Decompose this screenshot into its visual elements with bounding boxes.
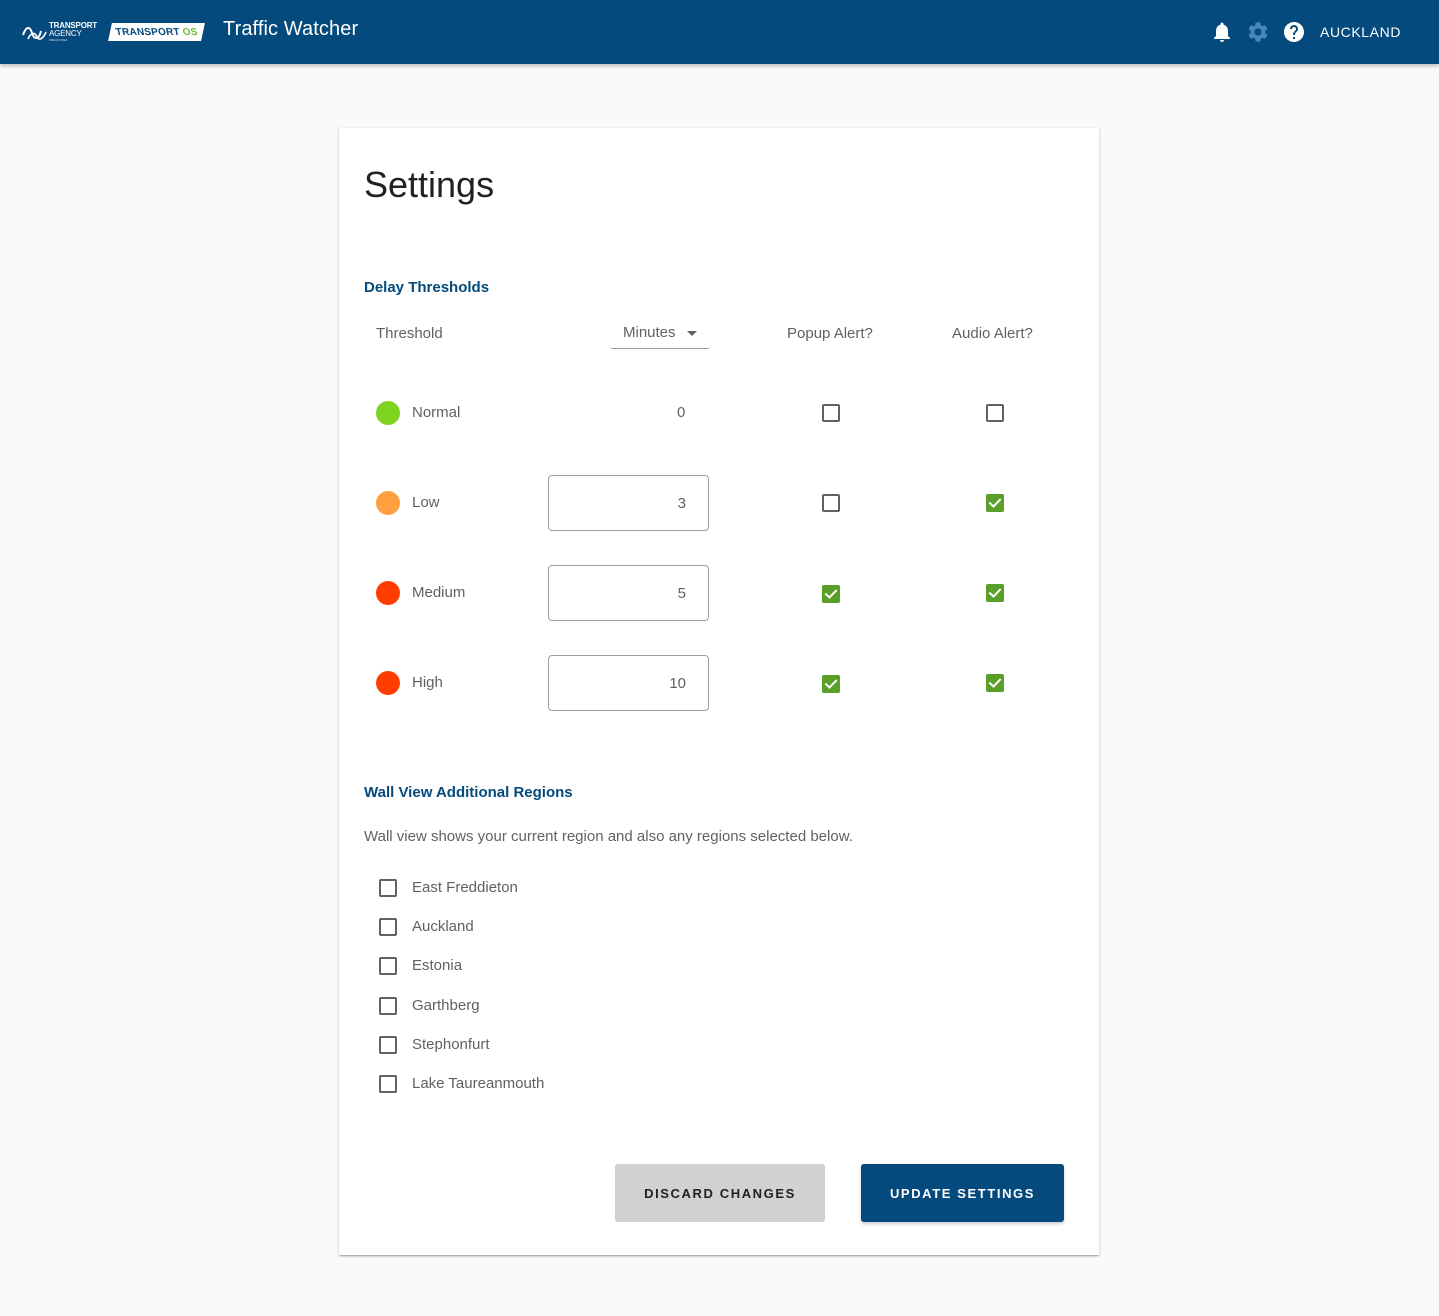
transport-os-logo[interactable]: TRANSPORTOS — [108, 23, 205, 41]
region-checkbox[interactable] — [379, 957, 397, 975]
check-icon — [824, 589, 838, 599]
check-icon — [988, 498, 1002, 508]
check-icon — [988, 678, 1002, 688]
region-checkbox[interactable] — [379, 1036, 397, 1054]
current-region-button[interactable]: AUCKLAND — [1320, 24, 1401, 40]
wall-view-regions-heading: Wall View Additional Regions — [364, 784, 573, 801]
region-option[interactable]: Auckland — [339, 915, 739, 939]
threshold-label: High — [412, 674, 443, 691]
region-option[interactable]: Estonia — [339, 954, 739, 978]
threshold-label: Low — [412, 494, 440, 511]
units-select-value: Minutes — [623, 324, 676, 341]
threshold-row-high: High — [339, 655, 1099, 711]
bell-icon[interactable] — [1210, 20, 1234, 44]
page-title: Settings — [364, 164, 495, 205]
discard-changes-button[interactable]: DISCARD CHANGES — [615, 1164, 825, 1222]
region-option[interactable]: Lake Taureanmouth — [339, 1072, 739, 1096]
status-dot-icon — [376, 671, 400, 695]
status-dot-icon — [376, 581, 400, 605]
nzta-logo[interactable]: TRANSPORT AGENCY WAKA KOTAHI — [22, 20, 106, 44]
threshold-row-medium: Medium — [339, 565, 1099, 621]
region-name: East Freddieton — [412, 879, 518, 896]
settings-card: Settings Delay Thresholds Threshold Minu… — [339, 128, 1099, 1255]
threshold-row-low: Low — [339, 475, 1099, 531]
tos-logo-os: OS — [181, 26, 199, 38]
audio-alert-checkbox[interactable] — [986, 494, 1004, 512]
status-dot-icon — [376, 491, 400, 515]
nzta-logo-line3: WAKA KOTAHI — [49, 38, 68, 42]
threshold-label: Medium — [412, 584, 466, 601]
region-option[interactable]: East Freddieton — [339, 876, 739, 900]
region-checkbox[interactable] — [379, 1075, 397, 1093]
popup-alert-checkbox[interactable] — [822, 494, 840, 512]
region-option[interactable]: Garthberg — [339, 994, 739, 1018]
app-title: Traffic Watcher — [223, 18, 359, 40]
popup-alert-column-header: Popup Alert? — [787, 325, 873, 342]
region-name: Stephonfurt — [412, 1036, 490, 1053]
update-settings-button[interactable]: UPDATE SETTINGS — [861, 1164, 1064, 1222]
region-name: Lake Taureanmouth — [412, 1075, 545, 1092]
popup-alert-checkbox[interactable] — [822, 585, 840, 603]
check-icon — [988, 588, 1002, 598]
popup-alert-checkbox[interactable] — [822, 404, 840, 422]
tos-logo-main: TRANSPORT — [114, 26, 181, 38]
threshold-label: Normal — [412, 404, 461, 421]
app-header: TRANSPORT AGENCY WAKA KOTAHI TRANSPORTOS… — [0, 0, 1439, 64]
delay-thresholds-heading: Delay Thresholds — [364, 279, 490, 296]
region-checkbox[interactable] — [379, 997, 397, 1015]
threshold-value: 0 — [677, 404, 686, 421]
help-icon[interactable] — [1282, 20, 1306, 44]
gear-icon[interactable] — [1246, 20, 1270, 44]
audio-alert-checkbox[interactable] — [986, 674, 1004, 692]
popup-alert-checkbox[interactable] — [822, 675, 840, 693]
status-dot-icon — [376, 401, 400, 425]
region-option[interactable]: Stephonfurt — [339, 1033, 739, 1057]
audio-alert-column-header: Audio Alert? — [952, 325, 1033, 342]
wall-view-description: Wall view shows your current region and … — [364, 828, 853, 845]
nzta-logo-line2: AGENCY — [49, 29, 82, 38]
region-checkbox[interactable] — [379, 918, 397, 936]
units-select[interactable]: Minutes — [611, 324, 709, 349]
region-name: Auckland — [412, 918, 474, 935]
threshold-row-normal: Normal 0 — [339, 385, 1099, 441]
region-name: Estonia — [412, 957, 463, 974]
threshold-minutes-input[interactable] — [548, 655, 709, 711]
caret-down-icon — [686, 331, 697, 336]
region-name: Garthberg — [412, 997, 480, 1014]
audio-alert-checkbox[interactable] — [986, 404, 1004, 422]
audio-alert-checkbox[interactable] — [986, 584, 1004, 602]
nzta-wave-icon — [22, 27, 47, 40]
check-icon — [824, 679, 838, 689]
threshold-column-header: Threshold — [376, 325, 443, 342]
threshold-minutes-input[interactable] — [548, 475, 709, 531]
threshold-minutes-input[interactable] — [548, 565, 709, 621]
region-checkbox[interactable] — [379, 879, 397, 897]
